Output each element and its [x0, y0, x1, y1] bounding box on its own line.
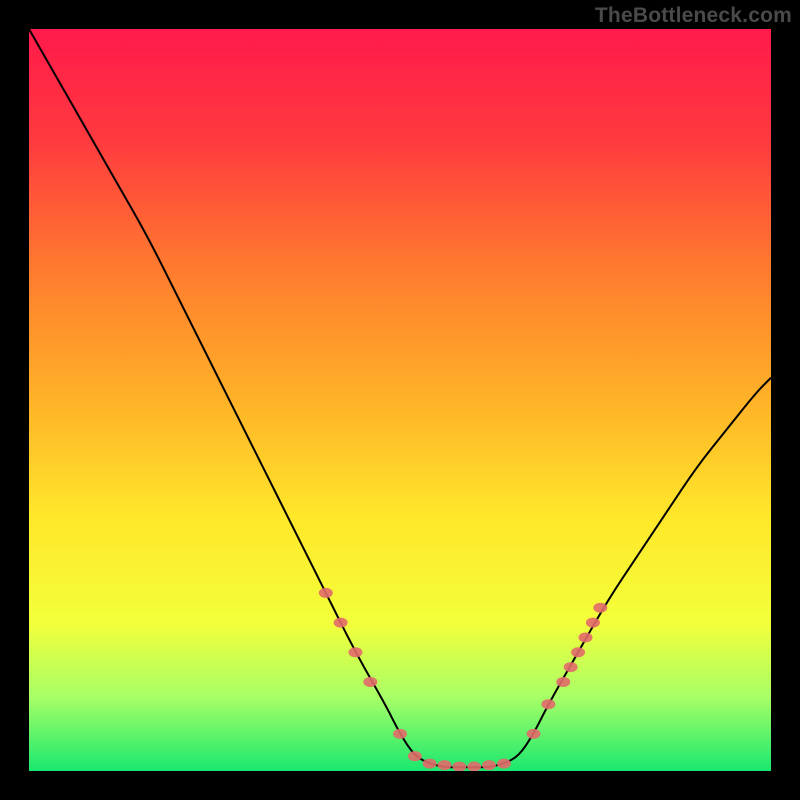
data-marker — [482, 760, 496, 770]
data-marker — [319, 588, 333, 598]
data-marker — [586, 618, 600, 628]
data-marker — [579, 632, 593, 642]
data-marker — [556, 677, 570, 687]
data-marker — [393, 729, 407, 739]
data-marker — [423, 759, 437, 769]
data-marker — [593, 603, 607, 613]
watermark-text: TheBottleneck.com — [595, 4, 792, 28]
data-marker — [497, 759, 511, 769]
data-marker — [334, 618, 348, 628]
data-marker — [541, 699, 555, 709]
data-marker — [348, 647, 362, 657]
chart-frame — [29, 29, 771, 771]
bottleneck-chart — [29, 29, 771, 771]
data-marker — [527, 729, 541, 739]
gradient-background — [29, 29, 771, 771]
data-marker — [571, 647, 585, 657]
data-marker — [363, 677, 377, 687]
data-marker — [408, 751, 422, 761]
data-marker — [438, 760, 452, 770]
data-marker — [564, 662, 578, 672]
